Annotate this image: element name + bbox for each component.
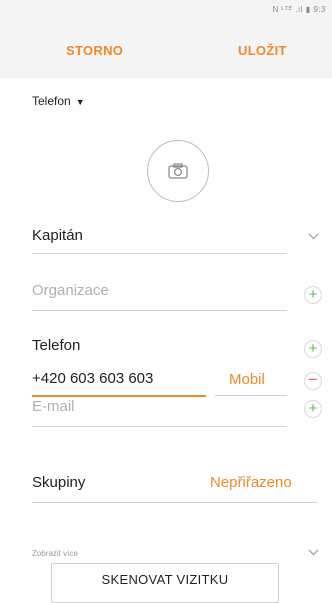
minus-icon[interactable]: − [304, 371, 322, 390]
email-field[interactable]: E-mail [32, 398, 75, 415]
status-indicators: N ᴸᵀᴱ .ıl ▮ 9:3 [272, 5, 326, 14]
status-bar: N ᴸᵀᴱ .ıl ▮ 9:3 [0, 0, 332, 22]
groups-underline [32, 502, 317, 503]
chevron-down-icon[interactable] [308, 233, 319, 240]
plus-icon[interactable]: + [304, 340, 322, 358]
groups-value[interactable]: Nepřiřazeno [210, 474, 292, 491]
phone-type-selector[interactable]: Mobil [229, 371, 265, 388]
phone-type-underline [215, 395, 287, 396]
name-underline [32, 253, 287, 254]
show-more-link[interactable]: Zobrazit více [32, 549, 78, 558]
toolbar: STORNO ULOŽIT [0, 22, 332, 78]
organization-underline [32, 310, 287, 311]
save-button[interactable]: ULOŽIT [238, 43, 287, 58]
scan-business-card-button[interactable]: SKENOVAT VIZITKU [51, 563, 279, 603]
dropdown-caret-icon: ▼ [75, 97, 85, 107]
cancel-button[interactable]: STORNO [66, 43, 123, 58]
plus-icon[interactable]: + [304, 286, 322, 304]
organization-field[interactable]: Organizace [32, 282, 109, 299]
name-field[interactable]: Kapitán [32, 227, 83, 244]
account-selector[interactable]: Telefon ▼ [32, 94, 85, 108]
account-label: Telefon [32, 94, 71, 108]
groups-label: Skupiny [32, 474, 86, 491]
email-underline [32, 426, 287, 427]
photo-picker[interactable] [147, 140, 209, 202]
phone-underline-active [32, 395, 206, 397]
camera-icon [168, 163, 188, 179]
chevron-down-icon[interactable] [308, 549, 319, 556]
plus-icon[interactable]: + [304, 400, 322, 418]
phone-number-field[interactable]: +420 603 603 603 [32, 370, 153, 387]
phone-section-label: Telefon [32, 337, 81, 354]
